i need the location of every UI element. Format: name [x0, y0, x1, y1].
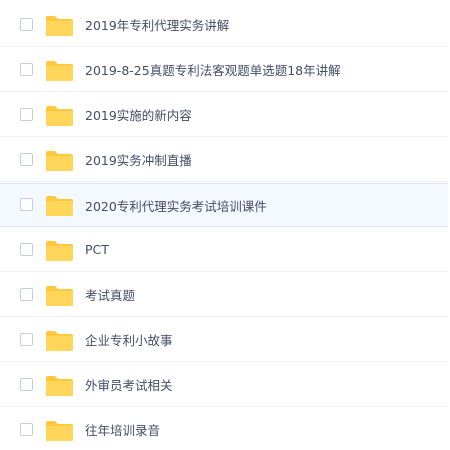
folder-icon: [45, 195, 74, 217]
list-item[interactable]: 2019-8-25真题专利法客观题单选题18年讲解: [0, 48, 448, 92]
row-checkbox[interactable]: [20, 377, 33, 391]
list-item[interactable]: PCT: [0, 228, 448, 272]
row-checkbox[interactable]: [20, 62, 33, 76]
folder-icon: [45, 105, 74, 127]
folder-icon: [45, 375, 74, 397]
item-name[interactable]: 考试真题: [85, 273, 135, 316]
list-item[interactable]: 2019实施的新内容: [0, 93, 448, 137]
list-item[interactable]: 2019实务冲制直播: [0, 138, 448, 182]
item-name[interactable]: 企业专利小故事: [85, 318, 173, 361]
row-checkbox[interactable]: [20, 422, 33, 436]
list-item[interactable]: 2020专利代理实务考试培训课件: [0, 183, 448, 227]
list-item[interactable]: 企业专利小故事: [0, 318, 448, 362]
row-checkbox[interactable]: [20, 17, 33, 31]
row-checkbox[interactable]: [20, 198, 33, 211]
folder-icon: [45, 60, 74, 82]
row-checkbox[interactable]: [20, 242, 33, 256]
item-name[interactable]: 外审员考试相关: [85, 363, 173, 406]
row-checkbox[interactable]: [20, 107, 33, 121]
list-item[interactable]: 外审员考试相关: [0, 363, 448, 407]
item-name[interactable]: 2019实务冲制直播: [85, 138, 192, 181]
item-name[interactable]: 2019年专利代理实务讲解: [85, 3, 229, 46]
item-name[interactable]: 2019-8-25真题专利法客观题单选题18年讲解: [85, 48, 341, 91]
folder-icon: [45, 150, 74, 172]
folder-icon: [45, 285, 74, 307]
item-name[interactable]: PCT: [85, 228, 109, 271]
item-name[interactable]: 往年培训录音: [85, 408, 160, 450]
folder-icon: [45, 240, 74, 262]
list-item[interactable]: 往年培训录音: [0, 408, 448, 450]
item-name[interactable]: 2019实施的新内容: [85, 93, 192, 136]
file-list: 2019年专利代理实务讲解 2019-8-25真题专利法客观题单选题18年讲解 …: [0, 0, 450, 450]
row-checkbox[interactable]: [20, 287, 33, 301]
list-item[interactable]: 考试真题: [0, 273, 448, 317]
item-name[interactable]: 2020专利代理实务考试培训课件: [85, 184, 267, 226]
row-checkbox[interactable]: [20, 152, 33, 166]
row-checkbox[interactable]: [20, 332, 33, 346]
list-item[interactable]: 2019年专利代理实务讲解: [0, 3, 448, 47]
folder-icon: [45, 15, 74, 37]
folder-icon: [45, 330, 74, 352]
folder-icon: [45, 420, 74, 442]
